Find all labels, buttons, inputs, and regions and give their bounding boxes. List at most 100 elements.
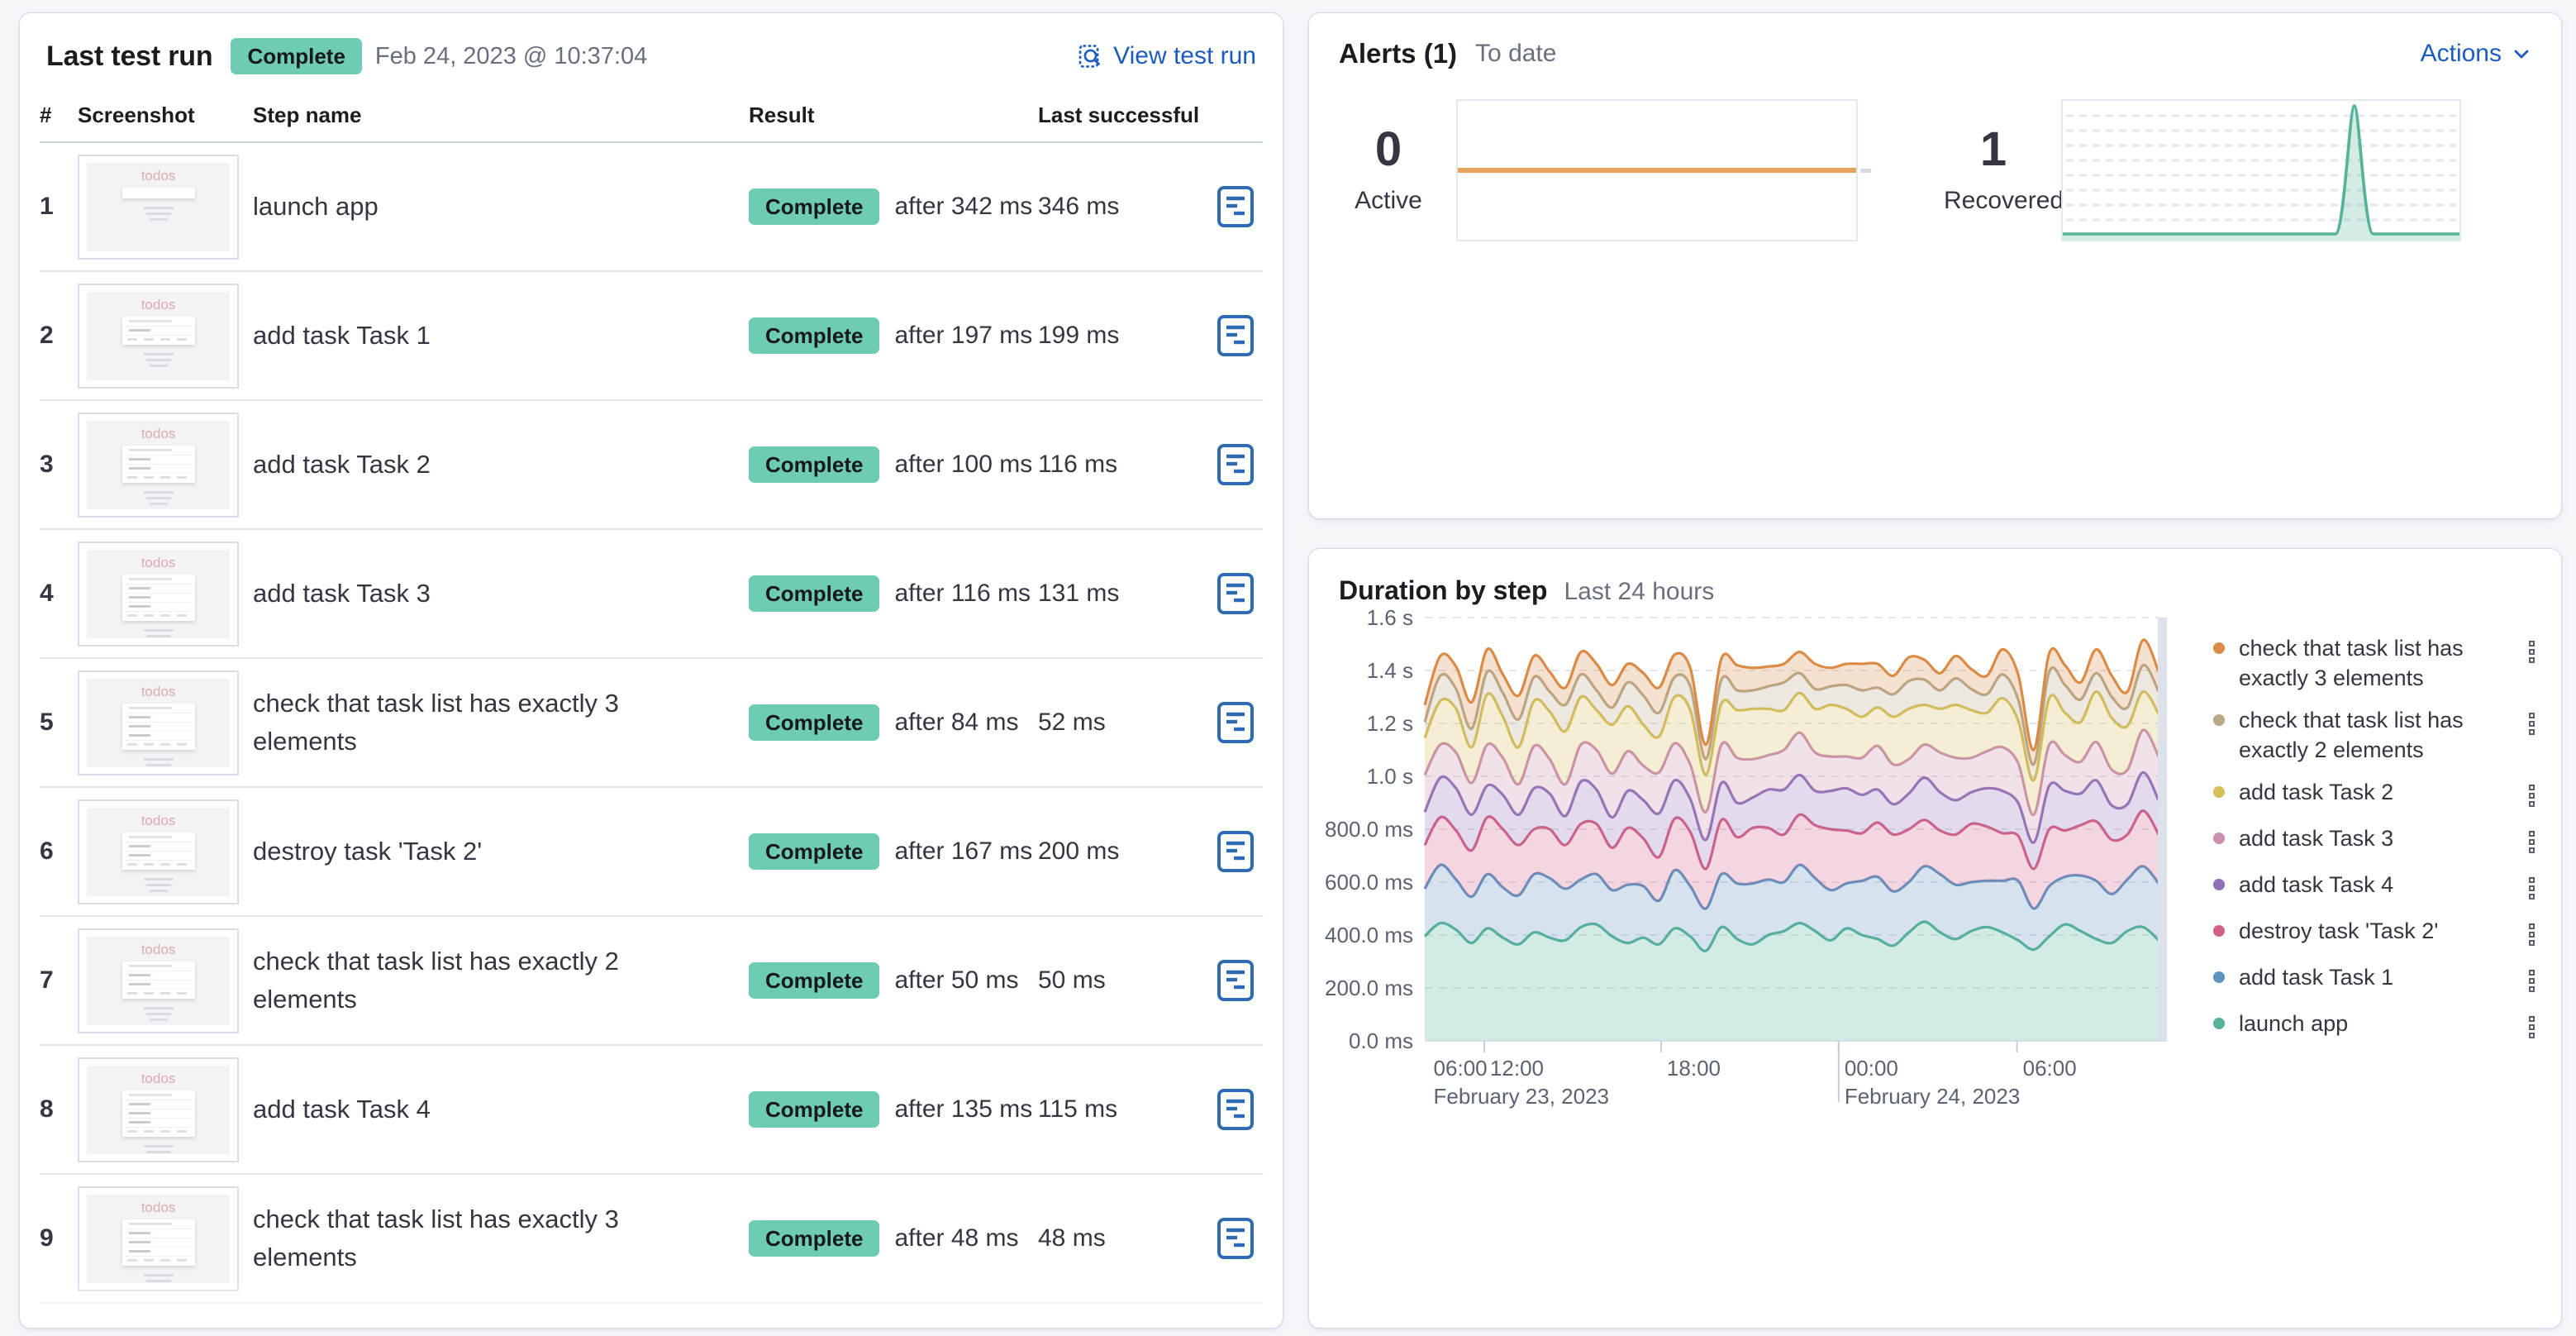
recovered-alerts-stat: 1 Recovered [1944, 122, 2064, 215]
legend-label[interactable]: add task Task 4 [2239, 871, 2393, 900]
screenshot-thumbnail[interactable]: todos [78, 541, 239, 647]
legend-color-dot [2213, 832, 2225, 844]
legend-label[interactable]: destroy task 'Task 2' [2239, 917, 2438, 947]
legend-label[interactable]: check that task list has exactly 2 eleme… [2239, 706, 2493, 766]
svg-text:18:00: 18:00 [1667, 1056, 1721, 1081]
status-badge: Complete [749, 446, 880, 483]
alerts-subtitle: To date [1475, 40, 1557, 67]
duration-by-step-panel: Duration by step Last 24 hours 0.0 ms 200… [1308, 548, 2562, 1329]
step-detail-button[interactable] [1213, 182, 1258, 231]
last-successful-value: 116 ms [1038, 451, 1118, 478]
status-badge: Complete [749, 575, 880, 612]
svg-text:February 24, 2023: February 24, 2023 [1845, 1084, 2020, 1109]
legend-item[interactable]: add task Task 3 [2213, 824, 2540, 858]
legend-label[interactable]: add task Task 2 [2239, 778, 2393, 808]
last-test-run-header: Last test run Complete Feb 24, 2023 @ 10… [20, 13, 1283, 91]
active-alerts-chart[interactable] [1456, 99, 1871, 241]
alerts-panel: Alerts (1) To date Actions 0 Active 1 Re… [1308, 12, 2562, 519]
legend-item[interactable]: launch app [2213, 1009, 2540, 1043]
screenshot-thumbnail[interactable]: todos [78, 799, 239, 904]
inspect-icon [1078, 45, 1100, 68]
step-trace-icon [1217, 831, 1254, 872]
result-cell: Complete after 167 ms [749, 833, 1038, 870]
todos-footer-preview [87, 1144, 230, 1154]
steps-table-body: 1 todos launch app Complete after 342 ms 346 … [40, 143, 1263, 1304]
screenshot-thumbnail[interactable]: todos [78, 1186, 239, 1291]
legend-actions-icon[interactable] [2524, 965, 2540, 997]
screenshot-thumbnail[interactable]: todos [78, 154, 239, 260]
legend-actions-icon[interactable] [2524, 872, 2540, 904]
svg-text:00:00: 00:00 [1845, 1056, 1898, 1081]
step-detail-button[interactable] [1213, 698, 1258, 747]
status-badge: Complete [749, 962, 880, 999]
step-detail-button[interactable] [1213, 569, 1258, 618]
recovered-alerts-count: 1 [1979, 122, 2007, 176]
todos-list-preview [121, 703, 195, 750]
step-number: 5 [40, 709, 54, 736]
legend-item[interactable]: destroy task 'Task 2' [2213, 917, 2540, 951]
legend-item[interactable]: add task Task 1 [2213, 963, 2540, 997]
screenshot-thumbnail[interactable]: todos [78, 670, 239, 775]
screenshot-thumbnail[interactable]: todos [78, 928, 239, 1033]
step-number: 7 [40, 966, 54, 994]
view-test-run-label: View test run [1113, 42, 1256, 69]
result-after-text: after 100 ms [894, 451, 1033, 478]
legend-actions-icon[interactable] [2524, 826, 2540, 858]
step-trace-icon [1217, 315, 1254, 356]
todos-app-title: todos [140, 167, 176, 184]
duration-chart-legend: check that task list has exactly 3 eleme… [2190, 606, 2553, 1121]
legend-item[interactable]: check that task list has exactly 3 eleme… [2213, 634, 2540, 694]
step-detail-button[interactable] [1213, 1085, 1258, 1134]
legend-actions-icon[interactable] [2524, 1011, 2540, 1043]
step-detail-button[interactable] [1213, 827, 1258, 876]
legend-color-dot [2213, 713, 2225, 726]
legend-item[interactable]: add task Task 4 [2213, 871, 2540, 904]
active-alerts-stat: 0 Active [1339, 126, 1438, 215]
legend-label[interactable]: check that task list has exactly 3 eleme… [2239, 634, 2493, 694]
svg-text:1.2 s: 1.2 s [1367, 711, 1413, 736]
step-number: 1 [40, 193, 54, 220]
svg-text:1.6 s: 1.6 s [1367, 606, 1413, 630]
legend-item[interactable]: check that task list has exactly 2 eleme… [2213, 706, 2540, 766]
svg-text:0.0 ms: 0.0 ms [1349, 1028, 1413, 1053]
todos-list-preview [121, 1219, 195, 1266]
status-badge: Complete [749, 188, 880, 225]
last-successful-value: 115 ms [1038, 1095, 1118, 1123]
todos-footer-preview [87, 628, 230, 638]
screenshot-thumbnail[interactable]: todos [78, 283, 239, 389]
active-alerts-line [1458, 168, 1856, 173]
legend-color-dot [2213, 971, 2225, 983]
last-test-run-panel: Last test run Complete Feb 24, 2023 @ 10… [19, 12, 1283, 1329]
legend-actions-icon[interactable] [2524, 708, 2540, 740]
todos-footer-preview [87, 1006, 230, 1021]
todos-app-preview: todos [87, 291, 230, 380]
legend-label[interactable]: add task Task 3 [2239, 824, 2393, 854]
todos-list-preview [121, 832, 195, 870]
legend-item[interactable]: add task Task 2 [2213, 778, 2540, 812]
legend-actions-icon[interactable] [2524, 636, 2540, 668]
duration-chart[interactable]: 0.0 ms 200.0 ms 400.0 ms 600.0 ms 800.0 ms 1.… [1324, 605, 2190, 1121]
screenshot-thumbnail[interactable]: todos [78, 1057, 239, 1162]
view-test-run-link[interactable]: View test run [1077, 42, 1256, 70]
screenshot-thumbnail[interactable]: todos [78, 412, 239, 518]
step-detail-button[interactable] [1213, 311, 1258, 360]
active-alerts-count: 0 [1374, 122, 1402, 176]
last-successful-value: 48 ms [1038, 1224, 1106, 1252]
legend-label[interactable]: launch app [2239, 1009, 2348, 1039]
legend-actions-icon[interactable] [2524, 780, 2540, 812]
legend-color-dot [2213, 642, 2225, 654]
steps-table-header: # Screenshot Step name Result Last succe… [40, 91, 1263, 143]
legend-actions-icon[interactable] [2524, 918, 2540, 951]
step-detail-button[interactable] [1213, 440, 1258, 489]
svg-text:February 23, 2023: February 23, 2023 [1434, 1084, 1609, 1109]
todos-app-title: todos [140, 941, 176, 957]
status-badge: Complete [749, 704, 880, 741]
step-detail-button[interactable] [1213, 956, 1258, 1005]
todos-app-title: todos [140, 1199, 176, 1215]
alerts-actions-button[interactable]: Actions [2421, 40, 2531, 68]
result-after-text: after 116 ms [894, 580, 1031, 607]
recovered-alerts-chart[interactable] [2061, 99, 2461, 241]
result-after-text: after 342 ms [894, 193, 1033, 220]
step-detail-button[interactable] [1213, 1214, 1258, 1263]
legend-label[interactable]: add task Task 1 [2239, 963, 2393, 993]
